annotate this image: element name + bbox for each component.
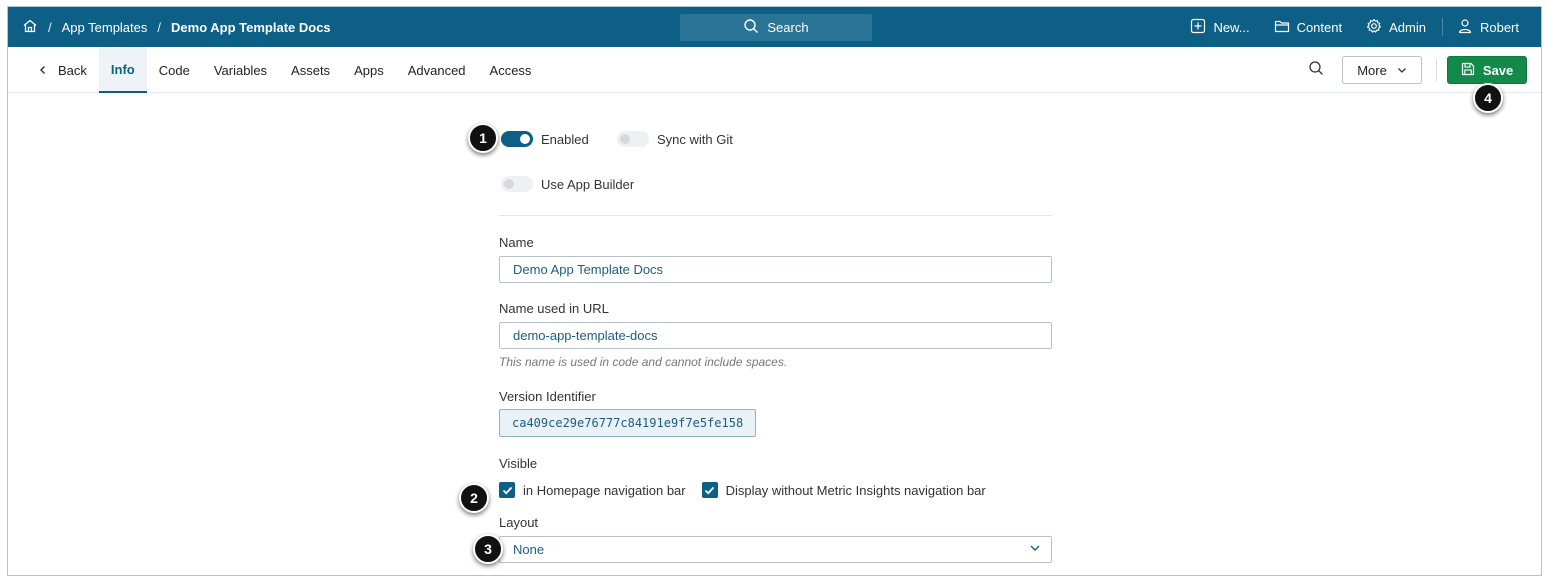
admin-label: Admin <box>1389 19 1426 35</box>
no-mi-nav-label: Display without Metric Insights navigati… <box>725 482 986 498</box>
app-builder-toggle[interactable] <box>501 176 533 192</box>
top-nav-actions: New... Content Admin Robert <box>1166 7 1519 47</box>
search-icon[interactable] <box>1308 60 1324 79</box>
folder-icon <box>1274 18 1290 37</box>
chevron-down-icon <box>1029 542 1041 557</box>
breadcrumb: / App Templates / Demo App Template Docs <box>22 7 331 47</box>
back-label: Back <box>58 62 87 78</box>
sync-git-toggle-row: Sync with Git <box>617 131 733 147</box>
no-mi-nav-checkbox[interactable] <box>701 482 718 498</box>
tab-apps[interactable]: Apps <box>342 47 396 93</box>
user-icon <box>1457 18 1473 37</box>
divider <box>1441 18 1443 36</box>
tab-assets[interactable]: Assets <box>279 47 342 93</box>
version-label: Version Identifier <box>499 389 596 404</box>
save-label: Save <box>1482 62 1514 78</box>
gear-icon <box>1366 18 1382 37</box>
plus-square-icon <box>1190 18 1206 37</box>
sync-git-label: Sync with Git <box>657 131 733 147</box>
floppy-disk-icon <box>1461 62 1475 79</box>
tab-advanced[interactable]: Advanced <box>396 47 478 93</box>
visible-label: Visible <box>499 456 538 471</box>
breadcrumb-parent-link[interactable]: App Templates <box>62 20 148 35</box>
chevron-left-icon <box>38 63 48 78</box>
app-builder-label: Use App Builder <box>541 176 635 192</box>
search-icon <box>743 18 759 37</box>
new-button[interactable]: New... <box>1190 18 1250 37</box>
search-label: Search <box>767 20 809 35</box>
layout-select[interactable]: None <box>499 536 1052 563</box>
breadcrumb-current: Demo App Template Docs <box>171 19 331 35</box>
top-nav-bar: / App Templates / Demo App Template Docs… <box>8 7 1541 47</box>
url-name-field[interactable]: demo-app-template-docs <box>499 322 1052 349</box>
content-label: Content <box>1296 19 1343 35</box>
name-field[interactable]: Demo App Template Docs <box>499 256 1052 283</box>
more-dropdown-button[interactable]: More <box>1342 56 1422 84</box>
step-marker-4: 4 <box>1473 83 1503 113</box>
step-marker-3: 3 <box>473 534 503 564</box>
url-name-label: Name used in URL <box>499 301 609 316</box>
tab-access[interactable]: Access <box>478 47 544 93</box>
back-button[interactable]: Back <box>28 47 99 93</box>
home-icon[interactable] <box>22 18 38 37</box>
tab-variables[interactable]: Variables <box>202 47 279 93</box>
url-name-hint: This name is used in code and cannot inc… <box>499 355 788 369</box>
chevron-down-icon <box>1397 63 1407 78</box>
user-menu-button[interactable]: Robert <box>1457 18 1519 37</box>
save-button[interactable]: Save <box>1447 56 1527 84</box>
divider <box>1436 59 1437 81</box>
section-divider <box>499 215 1052 216</box>
breadcrumb-separator: / <box>157 19 162 35</box>
enabled-toggle[interactable] <box>501 131 533 147</box>
tab-code[interactable]: Code <box>147 47 202 93</box>
breadcrumb-separator: / <box>48 19 52 35</box>
step-marker-2: 2 <box>459 483 489 513</box>
tab-info[interactable]: Info <box>98 47 147 93</box>
version-identifier-field: ca409ce29e76777c84191e9f7e5fe158 <box>499 409 756 437</box>
homepage-nav-checkbox[interactable] <box>499 482 515 498</box>
enabled-label: Enabled <box>541 131 589 147</box>
step-marker-1: 1 <box>468 123 498 153</box>
global-search-button[interactable]: Search <box>680 14 872 41</box>
more-label: More <box>1357 62 1387 78</box>
tab-bar: Back Info Code Variables Assets Apps Adv… <box>8 47 1541 93</box>
tab-list: Back Info Code Variables Assets Apps Adv… <box>28 47 543 93</box>
enabled-toggle-row: Enabled <box>501 131 589 147</box>
sync-git-toggle[interactable] <box>617 131 649 147</box>
content-button[interactable]: Content <box>1274 18 1343 37</box>
layout-value: None <box>513 542 545 557</box>
app-window: / App Templates / Demo App Template Docs… <box>7 6 1542 576</box>
name-label: Name <box>499 235 534 250</box>
homepage-nav-label: in Homepage navigation bar <box>523 482 686 498</box>
admin-button[interactable]: Admin <box>1366 18 1426 37</box>
user-label: Robert <box>1479 19 1519 35</box>
new-label: New... <box>1213 19 1250 35</box>
app-builder-toggle-row: Use App Builder <box>501 176 634 192</box>
layout-label: Layout <box>499 515 539 530</box>
visible-options: in Homepage navigation bar Display witho… <box>499 482 986 498</box>
